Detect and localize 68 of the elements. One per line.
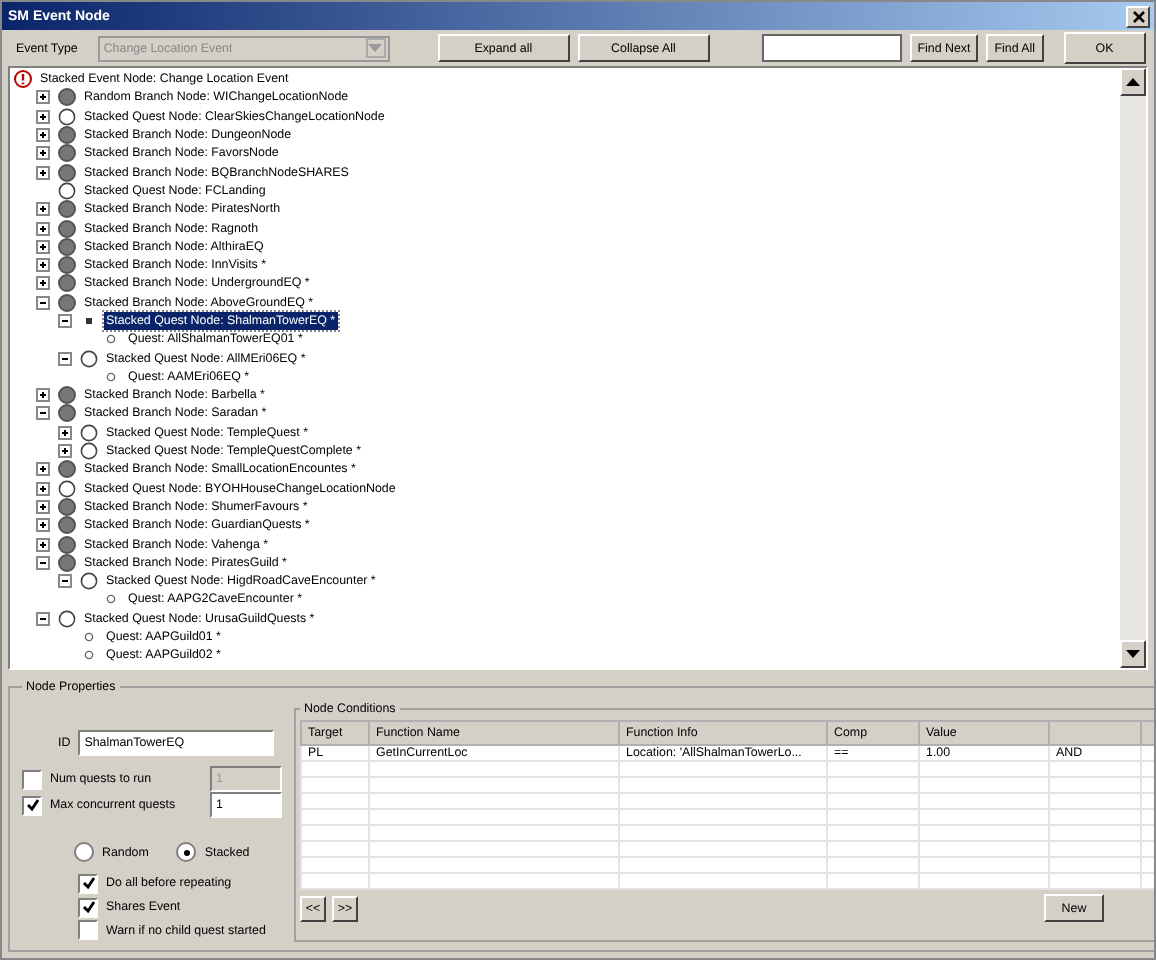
checkbox[interactable]: [22, 795, 42, 815]
open-circle-icon: [80, 349, 98, 368]
filled-circle-icon: [58, 404, 76, 423]
small-circle-icon: [80, 632, 98, 643]
expand-icon[interactable]: [36, 481, 50, 496]
open-circle-icon: [80, 572, 98, 591]
filled-circle-icon: [58, 293, 76, 312]
filled-circle-icon: [58, 163, 76, 182]
filled-circle-icon: [58, 516, 76, 535]
expand-icon[interactable]: [36, 128, 50, 143]
filled-circle-icon: [58, 497, 76, 516]
filled-circle-icon: [58, 460, 76, 479]
expand-icon[interactable]: [36, 239, 50, 254]
close-icon[interactable]: [1131, 9, 1145, 23]
open-circle-icon: [80, 423, 98, 442]
small-circle-icon: [102, 334, 120, 345]
open-circle-icon: [58, 181, 76, 200]
radio-button[interactable]: [176, 842, 197, 862]
collapse-icon[interactable]: [36, 611, 50, 626]
collapse-icon[interactable]: [58, 574, 72, 589]
checkbox[interactable]: [78, 873, 98, 894]
collapse-icon[interactable]: [36, 295, 50, 310]
expand-icon[interactable]: [36, 518, 50, 533]
small-circle-icon: [102, 594, 120, 605]
expand-icon[interactable]: [58, 444, 72, 459]
filled-circle-icon: [58, 553, 76, 572]
radio-button[interactable]: [74, 842, 94, 862]
open-circle-icon: [58, 609, 76, 628]
expand-icon[interactable]: [36, 462, 50, 477]
expand-icon[interactable]: [36, 499, 50, 514]
filled-circle-icon: [58, 237, 76, 256]
expand-icon[interactable]: [36, 90, 50, 105]
collapse-icon[interactable]: [36, 555, 50, 570]
expand-icon[interactable]: [58, 425, 72, 440]
expand-icon[interactable]: [36, 258, 50, 273]
close-button[interactable]: [1126, 5, 1150, 27]
checkbox[interactable]: [78, 897, 98, 917]
filled-circle-icon: [58, 535, 76, 554]
open-circle-icon: [58, 479, 76, 498]
collapse-icon[interactable]: [58, 351, 72, 366]
expand-icon[interactable]: [36, 221, 50, 236]
open-circle-icon: [58, 107, 76, 126]
filled-circle-icon: [58, 256, 76, 275]
checkbox[interactable]: [78, 920, 98, 941]
expand-icon[interactable]: [36, 146, 50, 161]
filled-circle-icon: [58, 386, 76, 405]
expand-icon[interactable]: [36, 276, 50, 291]
collapse-icon[interactable]: [36, 406, 50, 421]
small-circle-icon: [102, 371, 120, 382]
expand-icon[interactable]: [36, 165, 50, 180]
open-circle-icon: [80, 442, 98, 461]
filled-circle-icon: [58, 274, 76, 293]
filled-circle-icon: [58, 219, 76, 238]
collapse-icon[interactable]: [58, 314, 72, 328]
expand-icon[interactable]: [36, 537, 50, 552]
expand-icon[interactable]: [36, 109, 50, 124]
up-arrow-icon[interactable]: [1126, 78, 1140, 86]
filled-circle-icon: [58, 126, 76, 145]
expand-icon[interactable]: [36, 202, 50, 217]
down-arrow-icon[interactable]: [1126, 650, 1140, 658]
scroll-up-button[interactable]: [1120, 68, 1146, 96]
filled-circle-icon: [58, 88, 76, 107]
scroll-down-button[interactable]: [1120, 640, 1146, 668]
expand-icon[interactable]: [36, 388, 50, 403]
small-circle-icon: [80, 650, 98, 661]
filled-circle-icon: [58, 200, 76, 219]
filled-circle-icon: [58, 144, 76, 163]
search-field[interactable]: [761, 34, 902, 62]
